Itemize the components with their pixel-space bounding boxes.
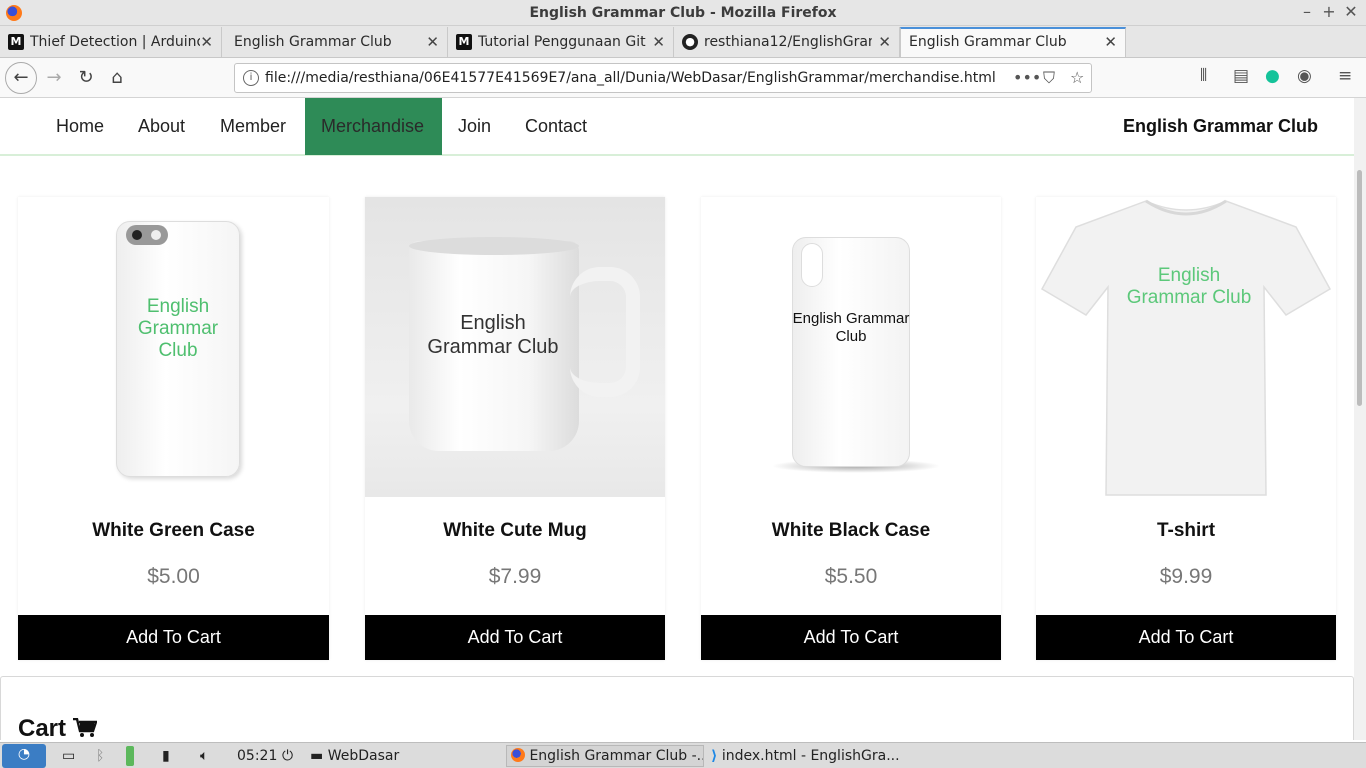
taskbar-folder-label: WebDasar bbox=[327, 748, 400, 764]
product-image-mug: English Grammar Club bbox=[365, 197, 665, 497]
tab-label: Thief Detection | Arduino bbox=[30, 34, 200, 50]
taskbar-vscode-window[interactable]: ⟩ index.html - EnglishGra... bbox=[706, 745, 906, 767]
vscode-icon: ⟩ bbox=[711, 748, 718, 764]
close-window-icon[interactable]: ✕ bbox=[1342, 2, 1360, 21]
case-print-text: English Grammar Club bbox=[792, 310, 910, 345]
minimize-icon[interactable]: – bbox=[1298, 2, 1316, 21]
product-price: $5.50 bbox=[824, 565, 878, 588]
bluetooth-icon[interactable]: ᛒ bbox=[96, 746, 104, 766]
tab-english-grammar-1[interactable]: English Grammar Club ✕ bbox=[222, 27, 448, 57]
tab-label: English Grammar Club bbox=[234, 34, 392, 50]
tshirt-shape bbox=[1040, 199, 1332, 496]
close-tab-icon[interactable]: ✕ bbox=[426, 27, 439, 57]
tab-thief-detection[interactable]: M Thief Detection | Arduino ✕ bbox=[0, 27, 222, 57]
product-price: $5.00 bbox=[147, 565, 200, 588]
nav-contact[interactable]: Contact bbox=[509, 98, 603, 155]
nav-home[interactable]: Home bbox=[40, 98, 120, 155]
pocket-icon[interactable]: ⛉ bbox=[1043, 68, 1055, 88]
case-print-text: English Grammar Club bbox=[137, 296, 219, 361]
firefox-icon bbox=[511, 748, 525, 762]
product-card: English Grammar Club White Green Case $5… bbox=[18, 197, 329, 660]
add-to-cart-button[interactable]: Add To Cart bbox=[365, 615, 665, 660]
product-name: White Green Case bbox=[92, 520, 255, 541]
taskbar-firefox-window[interactable]: English Grammar Club -... bbox=[506, 745, 704, 767]
url-text[interactable]: file:///media/resthiana/06E41577E41569E7… bbox=[265, 70, 996, 86]
close-tab-icon[interactable]: ✕ bbox=[878, 27, 891, 57]
taskbar-folder[interactable]: ▬ WebDasar bbox=[310, 746, 399, 766]
folder-icon: ▬ bbox=[310, 748, 324, 764]
site-navbar: Home About Member Merchandise Join Conta… bbox=[0, 98, 1354, 156]
product-card: English Grammar Club T-shirt $9.99 Add T… bbox=[1036, 197, 1336, 660]
close-tab-icon[interactable]: ✕ bbox=[652, 27, 665, 57]
github-icon: ● bbox=[682, 34, 698, 50]
site-brand: English Grammar Club bbox=[1122, 116, 1318, 136]
battery-icon[interactable] bbox=[126, 746, 134, 766]
nav-join[interactable]: Join bbox=[442, 98, 507, 155]
tshirt-print-text: English Grammar Club bbox=[1126, 265, 1252, 308]
product-price: $7.99 bbox=[488, 565, 542, 588]
product-image-tshirt: English Grammar Club bbox=[1036, 197, 1336, 497]
back-arrow-icon[interactable]: ← bbox=[5, 62, 37, 94]
account-icon[interactable]: ◉ bbox=[1297, 66, 1312, 86]
nav-merchandise[interactable]: Merchandise bbox=[305, 98, 442, 155]
show-desktop-icon[interactable]: ▭ bbox=[62, 746, 75, 766]
bookmark-star-icon[interactable]: ☆ bbox=[1070, 68, 1084, 87]
info-icon[interactable]: i bbox=[243, 70, 259, 86]
os-taskbar: ◔ ▭ ᛒ ▮ 🔈︎ 05:21 ⏻ ▬ WebDasar English Gr… bbox=[0, 742, 1366, 768]
forward-arrow-icon[interactable]: → bbox=[40, 64, 68, 92]
product-image-black-case: English Grammar Club bbox=[701, 197, 1001, 497]
tab-label: Tutorial Penggunaan Git bbox=[478, 34, 646, 50]
menu-hamburger-icon[interactable]: ≡ bbox=[1338, 66, 1352, 86]
cart-panel: Cart bbox=[0, 676, 1354, 740]
add-to-cart-button[interactable]: Add To Cart bbox=[1036, 615, 1336, 660]
medium-icon: M bbox=[456, 34, 472, 50]
tab-label: resthiana12/EnglishGram bbox=[704, 34, 872, 50]
page-scrollbar[interactable] bbox=[1354, 98, 1366, 740]
start-menu-icon[interactable]: ◔ bbox=[2, 744, 46, 768]
tab-github-repo[interactable]: ● resthiana12/EnglishGram ✕ bbox=[674, 27, 900, 57]
navigation-toolbar: ← → ↻ ⌂ i file:///media/resthiana/06E415… bbox=[0, 58, 1366, 98]
library-icon[interactable]: ⫴ bbox=[1200, 66, 1207, 86]
volume-icon[interactable]: 🔈︎ bbox=[200, 746, 208, 766]
taskbar-vscode-label: index.html - EnglishGra... bbox=[721, 748, 900, 764]
mug-print-text: English Grammar Club bbox=[427, 312, 559, 358]
shopping-cart-icon bbox=[72, 717, 98, 737]
cart-title: Cart bbox=[18, 715, 98, 740]
tab-label: English Grammar Club bbox=[909, 34, 1067, 50]
taskbar-firefox-label: English Grammar Club -... bbox=[529, 748, 704, 764]
product-price: $9.99 bbox=[1159, 565, 1213, 588]
close-tab-icon[interactable]: ✕ bbox=[200, 27, 213, 57]
product-card: English Grammar Club White Cute Mug $7.9… bbox=[365, 197, 665, 660]
tab-tutorial-git[interactable]: M Tutorial Penggunaan Git ✕ bbox=[448, 27, 674, 57]
add-to-cart-button[interactable]: Add To Cart bbox=[18, 615, 329, 660]
reload-icon[interactable]: ↻ bbox=[72, 64, 100, 92]
add-to-cart-button[interactable]: Add To Cart bbox=[701, 615, 1001, 660]
product-name: T-shirt bbox=[1156, 520, 1216, 541]
product-name: White Black Case bbox=[771, 520, 931, 541]
page-actions-icon[interactable]: ••• bbox=[1013, 68, 1041, 87]
scrollbar-thumb[interactable] bbox=[1357, 170, 1362, 406]
window-titlebar: English Grammar Club - Mozilla Firefox –… bbox=[0, 0, 1366, 26]
sidebar-icon[interactable]: ▤ bbox=[1233, 66, 1249, 86]
webpage: Home About Member Merchandise Join Conta… bbox=[0, 98, 1354, 740]
window-title: English Grammar Club - Mozilla Firefox bbox=[529, 5, 837, 21]
nav-member[interactable]: Member bbox=[204, 98, 302, 155]
grammarly-icon[interactable]: ● bbox=[1265, 66, 1280, 86]
tab-english-grammar-active[interactable]: English Grammar Club ✕ bbox=[900, 27, 1126, 57]
tab-strip: M Thief Detection | Arduino ✕ English Gra… bbox=[0, 26, 1366, 79]
network-signal-icon[interactable]: ▮ bbox=[162, 746, 170, 766]
close-tab-icon[interactable]: ✕ bbox=[1104, 29, 1117, 56]
product-image-green-case: English Grammar Club bbox=[18, 197, 329, 497]
nav-about[interactable]: About bbox=[122, 98, 201, 155]
product-name: White Cute Mug bbox=[443, 520, 587, 541]
power-icon[interactable]: ⏻ bbox=[282, 746, 293, 766]
address-bar[interactable]: i file:///media/resthiana/06E41577E41569… bbox=[234, 63, 1092, 93]
cart-title-text: Cart bbox=[18, 715, 67, 740]
maximize-icon[interactable]: + bbox=[1320, 2, 1338, 21]
clock-time: 05:21 bbox=[237, 748, 278, 764]
medium-icon: M bbox=[8, 34, 24, 50]
product-card: English Grammar Club White Black Case $5… bbox=[701, 197, 1001, 660]
home-icon[interactable]: ⌂ bbox=[103, 64, 131, 92]
